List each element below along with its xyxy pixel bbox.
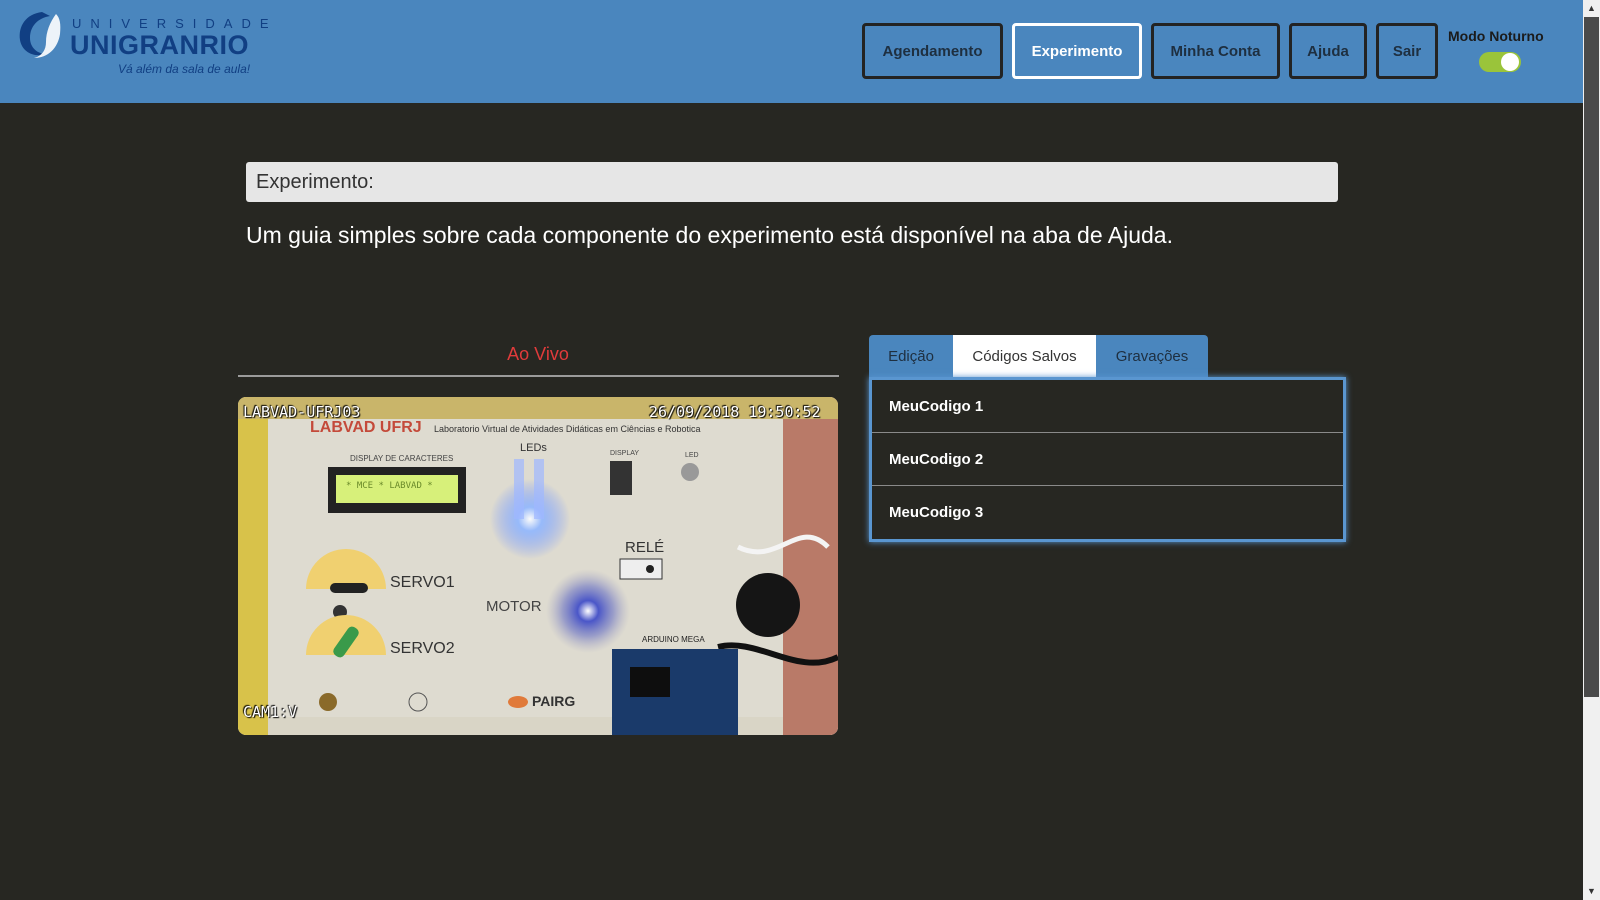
live-label: Ao Vivo (507, 344, 569, 364)
experiment-title-bar: Experimento: (246, 162, 1338, 202)
board-title: LABVAD UFRJ (310, 419, 422, 436)
nav-minha-conta-button[interactable]: Minha Conta (1151, 23, 1280, 79)
nav-agendamento-button[interactable]: Agendamento (862, 23, 1003, 79)
led-left (514, 459, 524, 519)
display7-label: DISPLAY (610, 450, 639, 457)
video-frame: LABVAD UFRJ Laboratorio Virtual de Ativi… (238, 397, 838, 735)
scroll-up-icon[interactable]: ▲ (1583, 0, 1600, 17)
camera-timestamp-overlay: 26/09/2018 19:50:52 (649, 403, 821, 421)
code-tabs: Edição Códigos Salvos Gravações (869, 335, 1208, 377)
leds-label: LEDs (520, 442, 547, 454)
nav-experimento-button[interactable]: Experimento (1012, 23, 1142, 79)
led-rgb (681, 463, 699, 481)
logo-university-text: UNIVERSIDADE (72, 16, 278, 31)
led-rgb-label: LED (685, 452, 699, 459)
scroll-down-icon[interactable]: ▼ (1583, 883, 1600, 900)
unigranrio-logo[interactable]: UNIVERSIDADE UNIGRANRIO Vá além da sala … (14, 8, 269, 80)
saved-code-item[interactable]: MeuCodigo 3 (872, 486, 1343, 539)
logo-tagline: Vá além da sala de aula! (118, 62, 251, 76)
live-video-feed[interactable]: LABVAD UFRJ Laboratorio Virtual de Ativi… (238, 397, 838, 735)
page-scrollbar[interactable]: ▲ ▼ (1583, 0, 1600, 900)
servo2-label: SERVO2 (390, 640, 455, 657)
webcam-body (736, 573, 800, 637)
display-label: DISPLAY DE CARACTERES (350, 454, 453, 463)
rele-box (619, 558, 663, 580)
logo-name-text: UNIGRANRIO (70, 30, 249, 60)
tab-gravacoes[interactable]: Gravações (1096, 335, 1208, 377)
nav-sair-button[interactable]: Sair (1376, 23, 1438, 79)
motor-label: MOTOR (486, 598, 542, 615)
night-mode-label: Modo Noturno (1448, 28, 1544, 44)
live-divider (238, 375, 839, 377)
camera-id-overlay: CAM1:V (243, 703, 298, 721)
tab-codigos-salvos[interactable]: Códigos Salvos (953, 335, 1096, 377)
rele-dot (646, 565, 654, 573)
guide-text: Um guia simples sobre cada componente do… (246, 222, 1173, 248)
arduino-label: ARDUINO MEGA (642, 635, 705, 644)
sponsor-pairg: PAIRG (532, 693, 575, 709)
night-mode-toggle[interactable] (1479, 52, 1521, 72)
motor-spin (546, 569, 630, 653)
tab-edicao[interactable]: Edição (869, 335, 953, 377)
top-header: UNIVERSIDADE UNIGRANRIO Vá além da sala … (0, 0, 1583, 103)
saved-code-item[interactable]: MeuCodigo 2 (872, 433, 1343, 486)
seven-seg-display (610, 461, 632, 495)
saved-code-item[interactable]: MeuCodigo 1 (872, 380, 1343, 433)
board-subtitle: Laboratorio Virtual de Atividades Didáti… (434, 424, 700, 434)
toggle-knob (1501, 53, 1519, 71)
servo1-label: SERVO1 (390, 574, 455, 591)
scroll-thumb[interactable] (1584, 17, 1599, 697)
sponsor-logo-1 (319, 693, 337, 711)
logo-mark-icon (19, 12, 61, 58)
camera-name-overlay: LABVAD-UFRJ03 (243, 403, 361, 421)
sponsor-logo-3 (508, 696, 528, 708)
led-right (534, 459, 544, 519)
nav-ajuda-button[interactable]: Ajuda (1289, 23, 1367, 79)
led-glow (490, 479, 570, 559)
lcd-text: * MCE * LABVAD * (346, 481, 433, 491)
arduino-chip (630, 667, 670, 697)
rele-label: RELÉ (625, 539, 664, 556)
saved-codes-list: MeuCodigo 1 MeuCodigo 2 MeuCodigo 3 (869, 377, 1346, 542)
servo1-arm (330, 583, 368, 593)
